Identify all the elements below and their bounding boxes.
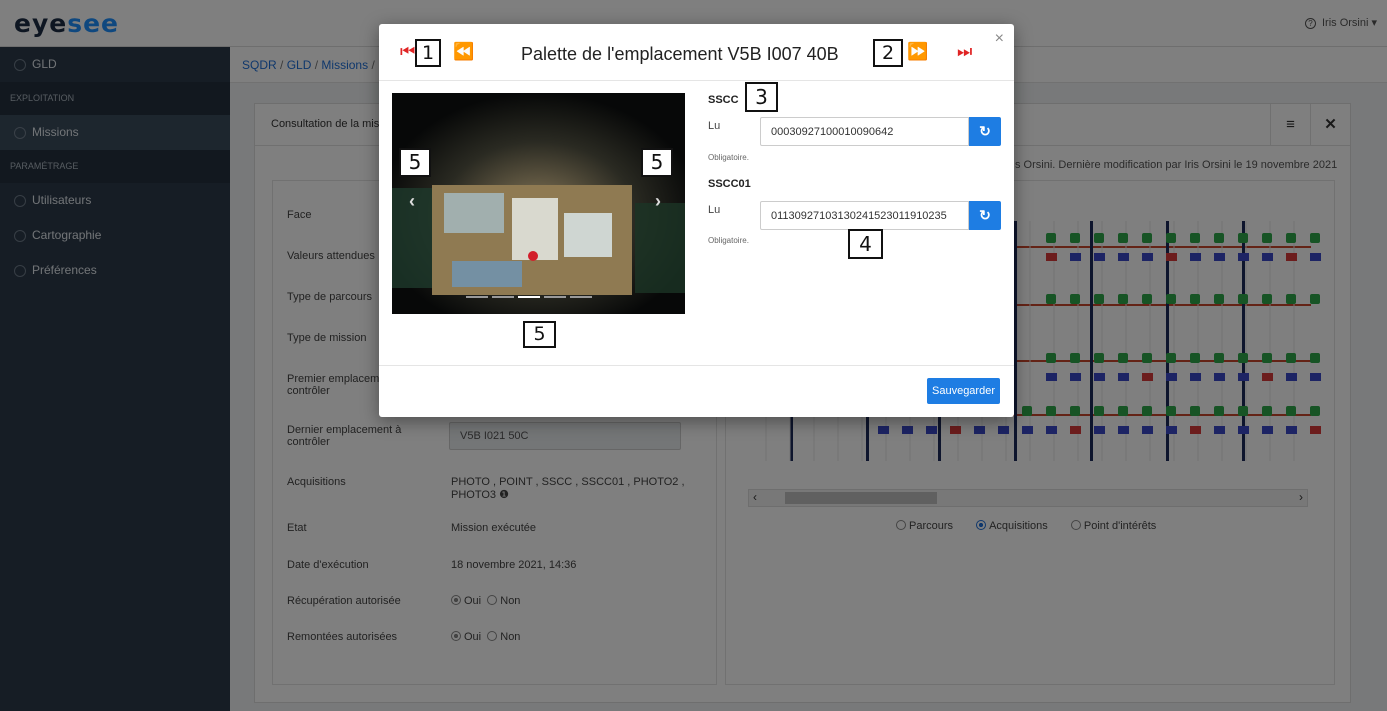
carousel-dot[interactable] xyxy=(492,296,514,298)
close-icon[interactable]: × xyxy=(995,30,1004,48)
refresh-icon: ↻ xyxy=(979,123,991,139)
palette-photo-carousel[interactable]: ‹ › 5 5 xyxy=(392,93,685,314)
sscc-input[interactable]: 00030927100010090642 xyxy=(760,117,969,146)
sscc01-help: Obligatoire. xyxy=(708,236,749,245)
sscc01-label: Lu xyxy=(708,204,721,216)
carousel-dot[interactable] xyxy=(544,296,566,298)
annotation-marker-3: 3 xyxy=(745,82,778,112)
annotation-marker-1: 1 xyxy=(415,39,441,67)
modal-body: ‹ › 5 5 5 SSCC 3 Lu 00030927100010090642… xyxy=(379,81,1014,365)
sscc01-refresh-button[interactable]: ↻ xyxy=(969,201,1001,230)
refresh-icon: ↻ xyxy=(979,207,991,223)
sscc-help: Obligatoire. xyxy=(708,153,749,162)
palette-photo xyxy=(392,93,685,314)
modal-footer: Sauvegarder xyxy=(379,365,1014,417)
previous-icon[interactable]: ⏪ xyxy=(453,42,474,62)
annotation-marker-5c: 5 xyxy=(523,321,556,348)
chevron-left-icon[interactable]: ‹ xyxy=(409,191,415,212)
save-button[interactable]: Sauvegarder xyxy=(927,378,1000,404)
annotation-marker-2: 2 xyxy=(873,39,903,67)
carousel-dot[interactable] xyxy=(570,296,592,298)
sscc01-title: SSCC01 xyxy=(708,178,751,190)
sscc-title: SSCC xyxy=(708,94,739,106)
sscc-label: Lu xyxy=(708,120,721,132)
annotation-marker-5b: 5 xyxy=(641,148,673,177)
carousel-indicators xyxy=(466,287,596,301)
palette-modal: ⏮ 1 ⏪ Palette de l'emplacement V5B I007 … xyxy=(379,24,1014,417)
chevron-right-icon[interactable]: › xyxy=(655,191,661,212)
last-icon[interactable]: ⏭ xyxy=(957,42,972,62)
annotation-marker-5a: 5 xyxy=(399,148,431,177)
annotation-marker-4: 4 xyxy=(848,229,883,259)
sscc01-input[interactable]: 01130927103130241523011910235 xyxy=(760,201,969,230)
carousel-dot-active[interactable] xyxy=(518,296,540,298)
next-icon[interactable]: ⏩ xyxy=(907,42,928,62)
modal-title: Palette de l'emplacement V5B I007 40B xyxy=(521,44,839,64)
carousel-dot[interactable] xyxy=(466,296,488,298)
modal-header: ⏮ 1 ⏪ Palette de l'emplacement V5B I007 … xyxy=(379,24,1014,81)
sscc-refresh-button[interactable]: ↻ xyxy=(969,117,1001,146)
first-icon[interactable]: ⏮ xyxy=(400,42,415,62)
